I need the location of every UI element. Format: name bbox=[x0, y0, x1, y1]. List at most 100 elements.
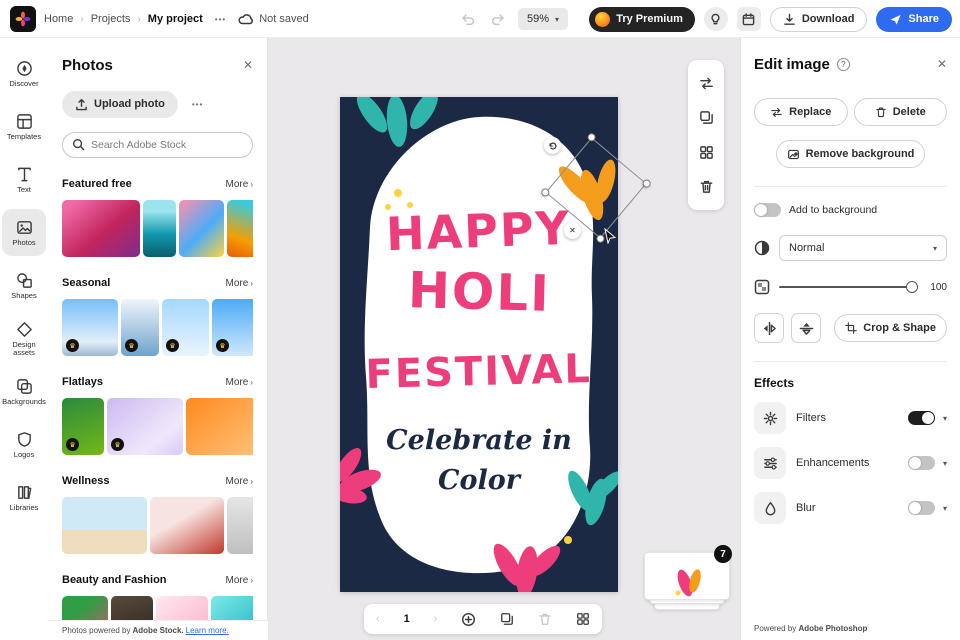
rotate-handle[interactable] bbox=[544, 137, 561, 154]
download-label: Download bbox=[801, 13, 855, 25]
express-logo-icon bbox=[15, 11, 31, 27]
deselect-handle[interactable]: ✕ bbox=[564, 222, 581, 239]
opacity-slider[interactable] bbox=[779, 281, 918, 293]
project-overflow-button[interactable]: ••• bbox=[211, 11, 230, 28]
filters-button[interactable] bbox=[754, 402, 786, 434]
shapes-icon bbox=[16, 272, 32, 288]
trash-icon bbox=[700, 181, 712, 194]
delete-button[interactable]: Delete bbox=[853, 98, 947, 126]
effect-label: Enhancements bbox=[796, 457, 870, 469]
duplicate-button[interactable] bbox=[697, 108, 716, 127]
stock-photo-thumb[interactable]: ♛ bbox=[121, 299, 159, 356]
remove-background-button[interactable]: Remove background bbox=[775, 140, 926, 168]
arrange-button[interactable] bbox=[697, 143, 716, 162]
more-link[interactable]: More › bbox=[226, 575, 253, 586]
stock-photo-thumb[interactable]: ♛ bbox=[162, 299, 209, 356]
rail-item-discover[interactable]: Discover bbox=[2, 50, 46, 97]
rail-item-libraries[interactable]: Libraries bbox=[2, 474, 46, 521]
search-input[interactable] bbox=[62, 132, 253, 158]
section-featured-free: Featured free More › bbox=[62, 176, 253, 257]
share-button[interactable]: Share bbox=[876, 6, 952, 32]
blur-button[interactable] bbox=[754, 492, 786, 524]
more-link[interactable]: More › bbox=[226, 377, 253, 388]
poster-title-line2: HOLI bbox=[407, 261, 551, 323]
page-grid-view-button[interactable] bbox=[576, 612, 590, 626]
close-panel-button[interactable]: ✕ bbox=[243, 58, 253, 72]
next-page-button[interactable]: › bbox=[434, 613, 438, 625]
prev-page-button[interactable]: ‹ bbox=[376, 613, 380, 625]
rail-item-design-assets[interactable]: Design assets bbox=[2, 315, 46, 362]
replace-label: Replace bbox=[789, 106, 832, 118]
stock-photo-thumb[interactable] bbox=[186, 398, 253, 455]
breadcrumb-home[interactable]: Home bbox=[44, 13, 73, 25]
breadcrumb: Home › Projects › My project bbox=[44, 13, 203, 25]
ideas-button[interactable] bbox=[703, 7, 728, 31]
blur-toggle[interactable] bbox=[907, 501, 935, 515]
stock-photo-thumb[interactable] bbox=[150, 497, 224, 554]
breadcrumb-project-name[interactable]: My project bbox=[148, 13, 203, 25]
stock-photo-thumb[interactable]: ♛ bbox=[107, 398, 183, 455]
zoom-dropdown[interactable]: 59% ▾ bbox=[518, 8, 569, 30]
more-link[interactable]: More › bbox=[226, 179, 253, 190]
stock-photo-thumb[interactable]: ♛ bbox=[212, 299, 253, 356]
flip-horizontal-button[interactable] bbox=[754, 313, 784, 343]
chevron-right-icon: › bbox=[250, 377, 253, 387]
help-button[interactable]: ? bbox=[836, 57, 850, 71]
breadcrumb-projects[interactable]: Projects bbox=[91, 13, 131, 25]
poster-title-line3: FESTIVAL bbox=[365, 346, 592, 398]
schedule-button[interactable] bbox=[736, 7, 761, 31]
photos-overflow-button[interactable]: ••• bbox=[188, 96, 207, 113]
rail-label: Design assets bbox=[12, 340, 36, 357]
close-edit-panel-button[interactable]: ✕ bbox=[937, 57, 947, 71]
stock-photo-thumb[interactable]: ♛ bbox=[62, 299, 118, 356]
redo-button[interactable] bbox=[488, 10, 508, 28]
download-button[interactable]: Download bbox=[769, 6, 868, 32]
stock-photo-thumb[interactable] bbox=[227, 497, 253, 554]
edit-panel-footer: Powered by Adobe Photoshop bbox=[754, 624, 868, 633]
try-premium-button[interactable]: Try Premium bbox=[589, 6, 695, 32]
add-page-button[interactable] bbox=[461, 612, 476, 627]
enhancements-button[interactable] bbox=[754, 447, 786, 479]
stock-photo-thumb[interactable] bbox=[62, 497, 147, 554]
artboard-poster[interactable]: HAPPY HOLI FESTIVAL Celebrate in Color bbox=[340, 97, 618, 592]
chevron-down-icon[interactable]: ▾ bbox=[943, 414, 947, 423]
flip-button[interactable] bbox=[697, 74, 716, 93]
pages-stack[interactable]: 7 bbox=[644, 545, 732, 616]
stock-photo-thumb[interactable] bbox=[143, 200, 176, 257]
enhancements-toggle[interactable] bbox=[907, 456, 935, 470]
crop-and-shape-button[interactable]: Crop & Shape bbox=[834, 314, 947, 342]
rail-item-logos[interactable]: Logos bbox=[2, 421, 46, 468]
blend-mode-dropdown[interactable]: Normal ▾ bbox=[779, 235, 947, 261]
more-link[interactable]: More › bbox=[226, 476, 253, 487]
rail-item-photos[interactable]: Photos bbox=[2, 209, 46, 256]
undo-button[interactable] bbox=[458, 10, 478, 28]
rail-item-text[interactable]: Text bbox=[2, 156, 46, 203]
remove-background-icon bbox=[787, 149, 799, 159]
rail-label: Shapes bbox=[11, 290, 37, 300]
add-to-background-toggle[interactable] bbox=[754, 203, 781, 217]
stock-photo-thumb[interactable]: ♛ bbox=[62, 398, 104, 455]
stock-photo-thumb[interactable] bbox=[227, 200, 253, 257]
delete-element-button[interactable] bbox=[697, 177, 716, 196]
delete-page-button[interactable] bbox=[538, 612, 552, 626]
chevron-down-icon[interactable]: ▾ bbox=[943, 459, 947, 468]
rail-item-templates[interactable]: Templates bbox=[2, 103, 46, 150]
stock-photo-thumb[interactable] bbox=[179, 200, 224, 257]
app-logo[interactable] bbox=[10, 6, 36, 32]
rail-item-backgrounds[interactable]: Backgrounds bbox=[2, 368, 46, 415]
upload-photo-button[interactable]: Upload photo bbox=[62, 90, 178, 118]
filters-toggle[interactable] bbox=[907, 411, 935, 425]
chevron-down-icon[interactable]: ▾ bbox=[943, 504, 947, 513]
rail-item-shapes[interactable]: Shapes bbox=[2, 262, 46, 309]
canvas-area[interactable]: HAPPY HOLI FESTIVAL Celebrate in Color ✕ bbox=[268, 38, 740, 640]
section-seasonal: Seasonal More › ♛ ♛ ♛ ♛ bbox=[62, 275, 253, 356]
opacity-slider-knob[interactable] bbox=[906, 281, 918, 293]
replace-button[interactable]: Replace bbox=[754, 98, 848, 126]
stock-photo-thumb[interactable] bbox=[62, 200, 140, 257]
more-link[interactable]: More › bbox=[226, 278, 253, 289]
rail-label: Text bbox=[17, 184, 31, 194]
learn-more-link[interactable]: Learn more. bbox=[186, 626, 229, 635]
selection-handle[interactable] bbox=[641, 177, 653, 190]
duplicate-page-button[interactable] bbox=[500, 612, 514, 626]
flip-vertical-button[interactable] bbox=[791, 313, 821, 343]
